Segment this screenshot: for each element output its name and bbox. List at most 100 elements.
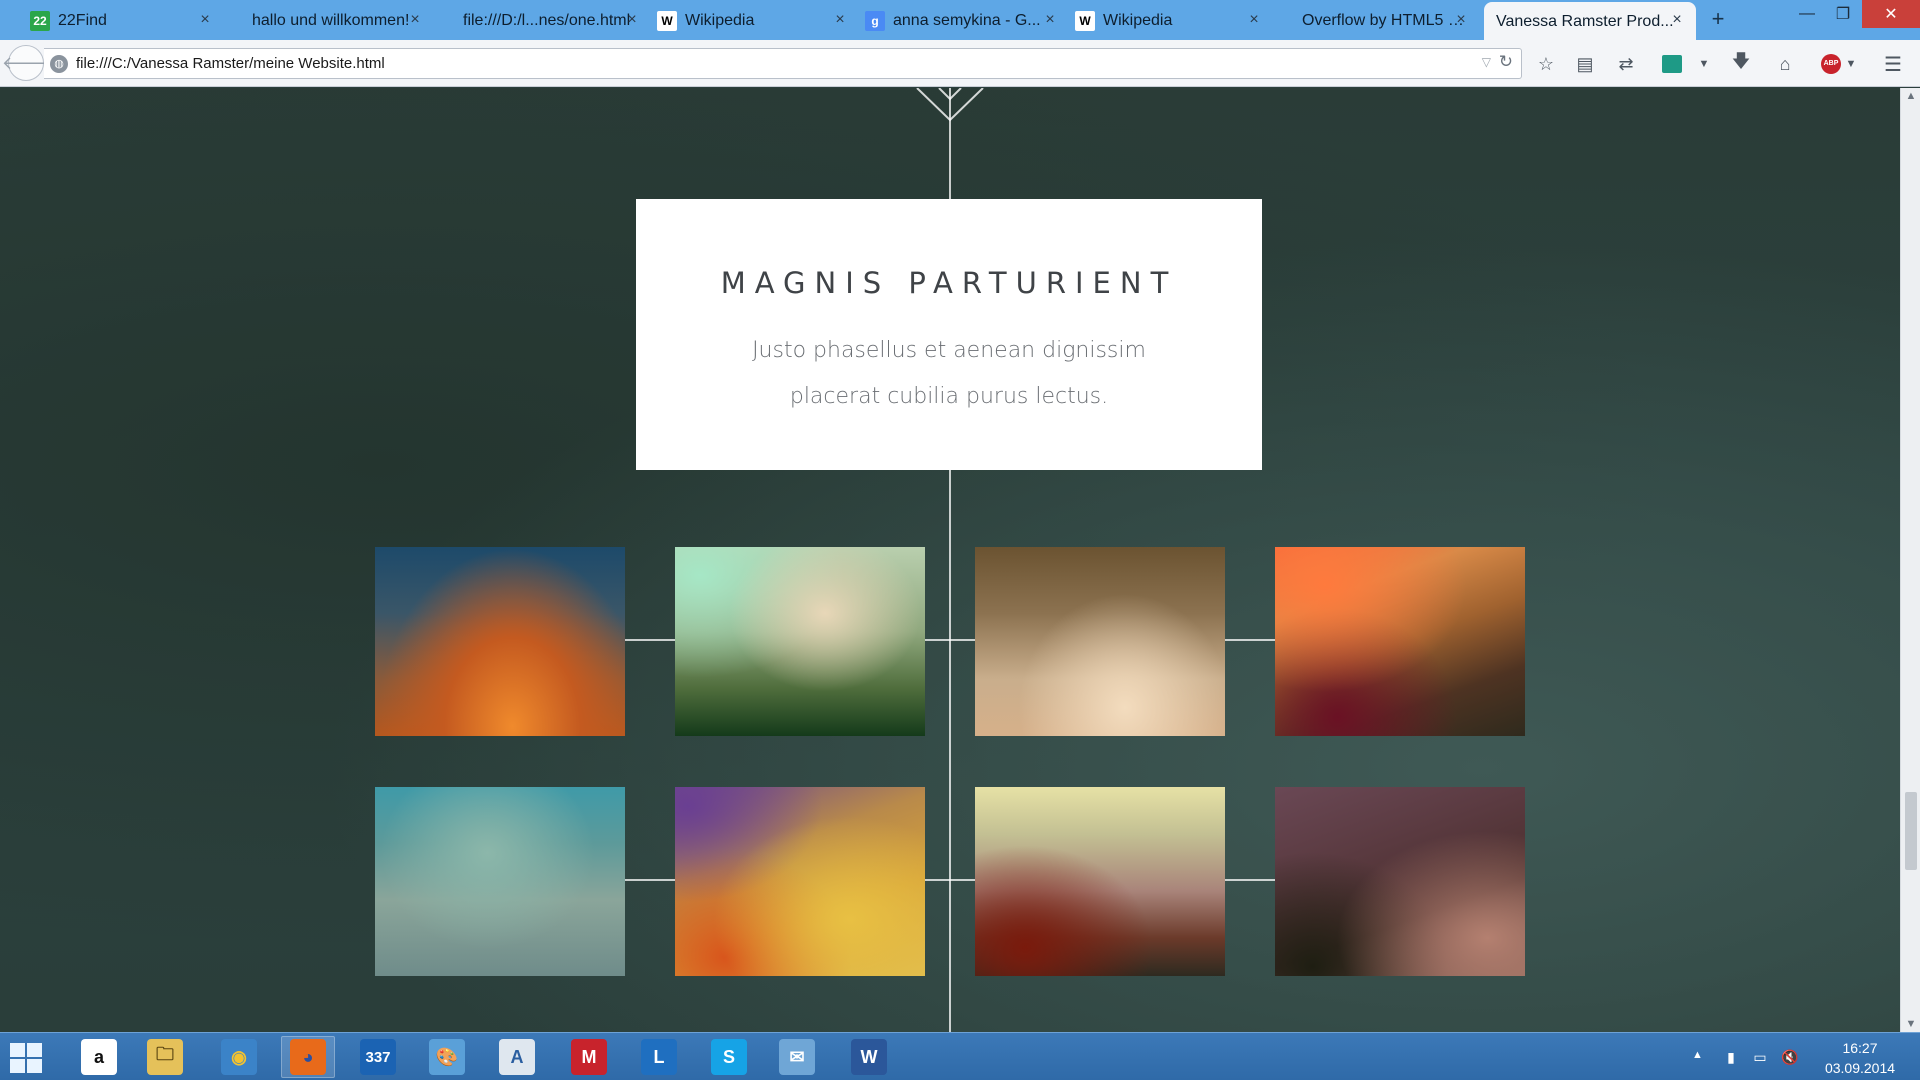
tab-close-icon[interactable]: × [406,11,424,29]
word-icon: W [851,1039,887,1075]
tab-label: 22Find [58,12,107,29]
vertical-scrollbar[interactable]: ▲ ▼ [1900,88,1920,1032]
amazon-icon: a [81,1039,117,1075]
taskbar-app[interactable]: W [842,1036,896,1078]
tab-bar: 22 22Find × hallo und willkommen! × file:///D… [0,0,1920,42]
gallery-thumbnail[interactable] [375,787,625,976]
taskbar-app[interactable]: M [562,1036,616,1078]
card-title: MAGNIS PARTURIENT [720,266,1178,300]
back-arrow-icon: 🡐 [1,52,51,73]
scroll-up-icon[interactable]: ▲ [1901,90,1920,102]
clock-time[interactable]: 16:27 [1820,1040,1900,1056]
tab-label: Vanessa Ramster Prod... [1496,13,1674,30]
globe-icon: ◍ [50,54,68,73]
start-button[interactable] [6,1041,46,1075]
taskbar-app[interactable]: S [702,1036,756,1078]
maximize-button[interactable]: ❐ [1820,0,1866,28]
url-text[interactable]: file:///C:/Vanessa Ramster/meine Website… [76,55,385,72]
app-337-icon: 337 [360,1039,396,1075]
paint-icon: 🎨 [429,1039,465,1075]
taskbar-app[interactable]: ✉ [770,1036,824,1078]
skype-icon: S [711,1039,747,1075]
home-icon[interactable]: ⌂ [1772,52,1798,76]
tab-label: Wikipedia [1103,12,1173,29]
content-card: MAGNIS PARTURIENT Justo phasellus et aen… [636,199,1262,470]
favicon-icon: g [865,11,885,31]
taskbar-app[interactable]: a [72,1036,126,1078]
network-icon[interactable]: ▭ [1750,1047,1770,1067]
favicon-icon: W [657,11,677,31]
url-dropdown-icon[interactable]: ▽ [1482,55,1491,69]
connector-line [925,879,975,881]
tab-close-icon[interactable]: × [1041,11,1059,29]
adblock-dropdown-icon[interactable]: ▼ [1838,52,1864,76]
tab-label: Wikipedia [685,12,755,29]
taskbar-app[interactable]: 337 [351,1036,405,1078]
gallery-thumbnail[interactable] [675,547,925,736]
taskbar-app[interactable]: 🎨 [420,1036,474,1078]
web-page: MAGNIS PARTURIENT Justo phasellus et aen… [0,88,1900,1032]
connector-line [925,639,975,641]
mcafee-icon: M [571,1039,607,1075]
window-close-button[interactable]: ✕ [1862,0,1920,28]
lync-icon: L [641,1039,677,1075]
gallery-thumbnail[interactable] [975,787,1225,976]
extension-dropdown-icon[interactable]: ▼ [1691,52,1717,76]
reload-icon[interactable]: ↻ [1499,52,1513,72]
scroll-down-icon[interactable]: ▼ [1901,1018,1920,1030]
tab-6[interactable]: Overflow by HTML5 UP × [1276,2,1480,40]
card-text: Justo phasellus et aenean dignissim plac… [752,338,1146,409]
tab-close-icon[interactable]: × [623,11,641,29]
tray-overflow-icon[interactable]: ▲ [1692,1049,1703,1061]
scrollbar-thumb[interactable] [1905,792,1917,870]
volume-muted-icon[interactable]: 🔇 [1780,1047,1800,1067]
gallery-thumbnail[interactable] [975,547,1225,736]
taskbar-app[interactable]: ◉ [212,1036,266,1078]
windows-logo-icon [10,1043,25,1057]
address-book-icon: A [499,1039,535,1075]
tab-2[interactable]: file:///D:/l...nes/one.html × [437,2,651,40]
tab-close-icon[interactable]: × [831,11,849,29]
connector-line [625,639,675,641]
favicon-icon: W [1075,11,1095,31]
tab-7[interactable]: Vanessa Ramster Prod... × [1484,2,1696,42]
gallery-thumbnail[interactable] [375,547,625,736]
tab-close-icon[interactable]: × [196,11,214,29]
sync-icon[interactable]: ⇄ [1613,52,1639,76]
download-icon[interactable]: 🡇 [1728,51,1754,76]
navigation-bar: 🡐 ◍ file:///C:/Vanessa Ramster/meine Web… [0,40,1920,87]
gallery-thumbnail[interactable] [1275,547,1525,736]
battery-icon[interactable]: ▮ [1721,1047,1741,1067]
tab-4[interactable]: g anna semykina - G... × [863,2,1069,40]
taskbar: a 🗀 ◉ ◕ 337 🎨 A M L S ✉ W ▲ ▮ ▭ 🔇 16:27 03.09.2014 [0,1032,1920,1080]
menu-icon[interactable]: ☰ [1880,52,1906,76]
mail-icon: ✉ [779,1039,815,1075]
favicon-icon: 22 [30,11,50,31]
chevron-down-icon [916,88,984,122]
tab-3[interactable]: W Wikipedia × [655,2,859,40]
tab-5[interactable]: W Wikipedia × [1073,2,1273,40]
url-bar[interactable]: ◍ file:///C:/Vanessa Ramster/meine Websi… [44,48,1522,79]
new-tab-button[interactable]: + [1705,6,1731,32]
gallery-thumbnail[interactable] [675,787,925,976]
back-button[interactable]: 🡐 [2,45,50,81]
star-icon[interactable]: ☆ [1533,52,1559,76]
reader-icon[interactable]: ▤ [1572,52,1598,76]
tab-close-icon[interactable]: × [1452,11,1470,29]
tab-close-icon[interactable]: × [1668,11,1686,29]
tab-label: Overflow by HTML5 UP [1302,12,1470,29]
tab-1[interactable]: hallo und willkommen! × [226,2,434,40]
gallery-thumbnail[interactable] [1275,787,1525,976]
tab-close-icon[interactable]: × [1245,11,1263,29]
clock-date[interactable]: 03.09.2014 [1816,1060,1904,1076]
tab-label: hallo und willkommen! [252,12,410,29]
taskbar-app[interactable]: A [490,1036,544,1078]
taskbar-app[interactable]: L [632,1036,686,1078]
extension-icon[interactable] [1659,52,1685,76]
taskbar-app[interactable]: ◕ [281,1036,335,1078]
tab-0[interactable]: 22 22Find × [28,2,224,40]
connector-line [1225,879,1275,881]
tab-label: anna semykina - G... [893,12,1041,29]
taskbar-app[interactable]: 🗀 [138,1036,192,1078]
firefox-icon: ◕ [290,1039,326,1075]
